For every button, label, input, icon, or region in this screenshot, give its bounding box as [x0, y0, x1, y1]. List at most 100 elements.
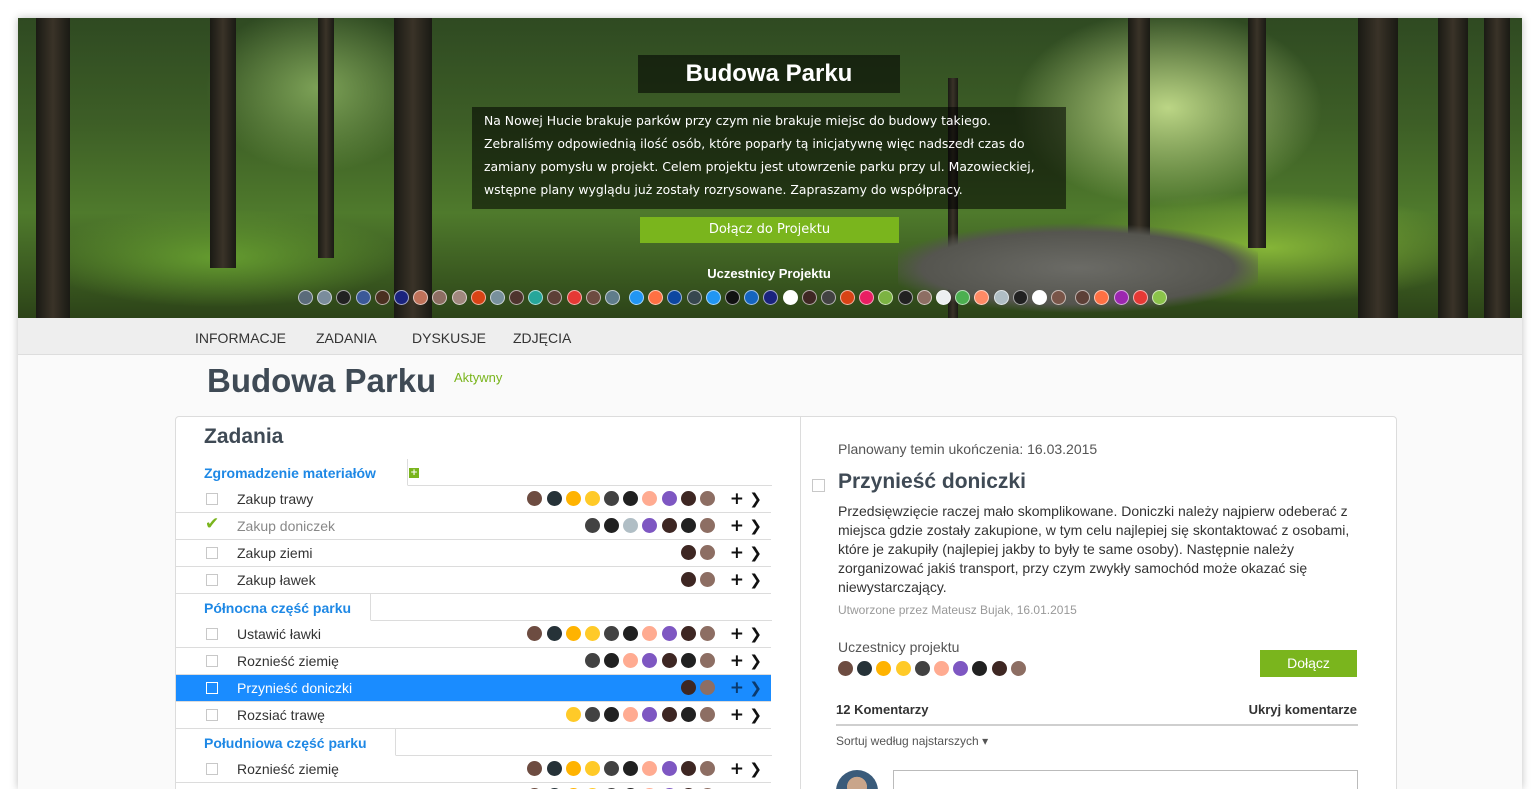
- participant-avatar[interactable]: [336, 290, 352, 305]
- plus-icon[interactable]: +: [730, 621, 744, 648]
- participant-avatar[interactable]: [801, 290, 817, 305]
- task-row[interactable]: Ustawić ławki + ❯: [176, 783, 771, 789]
- participant-avatar[interactable]: [857, 661, 873, 676]
- assignee-avatar[interactable]: [565, 626, 581, 641]
- assignee-avatar[interactable]: [604, 653, 620, 668]
- chevron-right-icon[interactable]: ❯: [749, 675, 762, 702]
- assignee-avatar[interactable]: [700, 653, 715, 668]
- participant-avatar[interactable]: [840, 290, 856, 305]
- participant-avatar[interactable]: [1031, 290, 1047, 305]
- nav-informacje[interactable]: INFORMACJE: [195, 318, 286, 355]
- add-task-icon[interactable]: +: [409, 468, 419, 478]
- task-row[interactable]: Roznieść ziemię + ❯: [176, 756, 771, 783]
- participant-avatar[interactable]: [489, 290, 505, 305]
- task-row[interactable]: Zakup ziemi + ❯: [176, 540, 771, 567]
- participant-avatar[interactable]: [1012, 290, 1028, 305]
- participant-avatar[interactable]: [916, 290, 932, 305]
- assignee-avatar[interactable]: [680, 626, 696, 641]
- assignee-avatar[interactable]: [604, 707, 620, 722]
- assignee-avatar[interactable]: [584, 491, 600, 506]
- assignee-avatar[interactable]: [604, 761, 620, 776]
- plus-icon[interactable]: +: [730, 486, 744, 513]
- assignee-avatar[interactable]: [680, 572, 696, 587]
- assignee-avatar[interactable]: [565, 761, 581, 776]
- assignee-avatar[interactable]: [642, 653, 658, 668]
- assignee-avatar[interactable]: [623, 707, 639, 722]
- plus-icon[interactable]: +: [730, 540, 744, 567]
- participant-avatar[interactable]: [605, 290, 620, 305]
- nav-dyskusje[interactable]: DYSKUSJE: [412, 318, 486, 355]
- task-group-name[interactable]: Południowa część parku: [176, 729, 396, 756]
- assignee-avatar[interactable]: [642, 518, 658, 533]
- assignee-avatar[interactable]: [642, 761, 658, 776]
- assignee-avatar[interactable]: [623, 491, 639, 506]
- chevron-right-icon[interactable]: ❯: [749, 702, 762, 729]
- participant-avatar[interactable]: [1094, 290, 1110, 305]
- participant-avatar[interactable]: [897, 290, 913, 305]
- assignee-avatar[interactable]: [565, 707, 581, 722]
- participant-avatar[interactable]: [1151, 290, 1167, 305]
- participant-avatar[interactable]: [393, 290, 409, 305]
- chevron-right-icon[interactable]: ❯: [749, 513, 762, 540]
- assignee-avatar[interactable]: [680, 680, 696, 695]
- assignee-avatar[interactable]: [584, 626, 600, 641]
- participant-avatar[interactable]: [648, 290, 664, 305]
- chevron-right-icon[interactable]: ❯: [749, 648, 762, 675]
- join-project-button[interactable]: Dołącz do Projektu: [640, 217, 899, 243]
- participant-avatar[interactable]: [451, 290, 467, 305]
- participant-avatar[interactable]: [820, 290, 836, 305]
- participant-avatar[interactable]: [585, 290, 601, 305]
- participant-avatar[interactable]: [355, 290, 371, 305]
- participant-avatar[interactable]: [763, 290, 779, 305]
- plus-icon[interactable]: +: [730, 567, 744, 594]
- assignee-avatar[interactable]: [700, 707, 715, 722]
- participant-avatar[interactable]: [991, 661, 1007, 676]
- participant-avatar[interactable]: [974, 290, 990, 305]
- assignee-avatar[interactable]: [546, 626, 562, 641]
- participant-avatar[interactable]: [782, 290, 798, 305]
- participant-avatar[interactable]: [724, 290, 740, 305]
- participant-avatar[interactable]: [936, 290, 951, 305]
- participant-avatar[interactable]: [859, 290, 875, 305]
- participant-avatar[interactable]: [509, 290, 525, 305]
- assignee-avatar[interactable]: [623, 653, 639, 668]
- participant-avatar[interactable]: [547, 290, 563, 305]
- plus-icon[interactable]: +: [730, 702, 744, 729]
- participant-avatar[interactable]: [317, 290, 333, 305]
- assignee-avatar[interactable]: [661, 626, 677, 641]
- participant-avatar[interactable]: [955, 290, 971, 305]
- participant-avatar[interactable]: [838, 661, 853, 676]
- detail-checkbox[interactable]: [812, 479, 825, 492]
- participant-avatar[interactable]: [1010, 661, 1026, 676]
- task-checkbox[interactable]: [206, 682, 218, 694]
- task-group-name[interactable]: Zgromadzenie materiałów: [176, 459, 408, 486]
- task-row[interactable]: Zakup trawy + ❯: [176, 486, 771, 513]
- participant-avatar[interactable]: [878, 290, 894, 305]
- assignee-avatar[interactable]: [700, 491, 715, 506]
- assignee-avatar[interactable]: [546, 491, 562, 506]
- comment-input[interactable]: [893, 770, 1358, 789]
- participant-avatar[interactable]: [413, 290, 429, 305]
- chevron-right-icon[interactable]: ❯: [749, 783, 762, 789]
- participant-avatar[interactable]: [876, 661, 892, 676]
- participant-avatar[interactable]: [686, 290, 702, 305]
- chevron-right-icon[interactable]: ❯: [749, 621, 762, 648]
- participant-avatar[interactable]: [1075, 290, 1091, 305]
- task-row[interactable]: Zakup ławek + ❯: [176, 567, 771, 594]
- participant-avatar[interactable]: [895, 661, 911, 676]
- plus-icon[interactable]: +: [730, 648, 744, 675]
- participant-avatar[interactable]: [1132, 290, 1148, 305]
- assignee-avatar[interactable]: [623, 761, 639, 776]
- task-checkbox[interactable]: [206, 628, 218, 640]
- task-checkbox[interactable]: [206, 709, 218, 721]
- task-checkbox[interactable]: [206, 493, 218, 505]
- assignee-avatar[interactable]: [604, 626, 620, 641]
- plus-icon[interactable]: +: [730, 513, 744, 540]
- assignee-avatar[interactable]: [642, 491, 658, 506]
- chevron-right-icon[interactable]: ❯: [749, 756, 762, 783]
- assignee-avatar[interactable]: [546, 761, 562, 776]
- participant-avatar[interactable]: [528, 290, 544, 305]
- assignee-avatar[interactable]: [700, 680, 715, 695]
- participant-avatar[interactable]: [993, 290, 1009, 305]
- assignee-avatar[interactable]: [623, 626, 639, 641]
